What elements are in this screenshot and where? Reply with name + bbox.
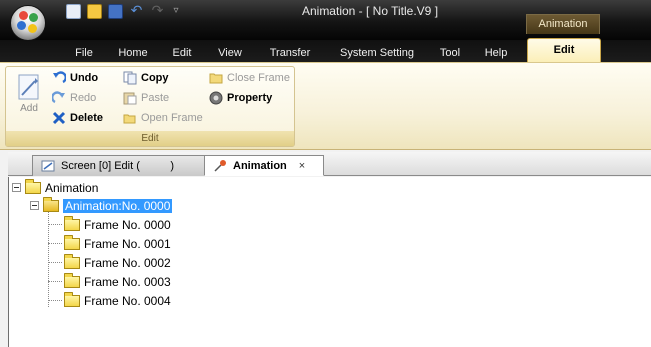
window-title: Animation - [ No Title.V9 ]: [301, 4, 439, 18]
collapse-icon[interactable]: [12, 183, 21, 192]
tree-connector: [48, 243, 62, 244]
open-frame-label: Open Frame: [141, 112, 203, 124]
add-label: Add: [20, 103, 38, 114]
tab-view[interactable]: View: [212, 44, 248, 62]
animation-tab-icon: [213, 159, 227, 173]
frame-label: Frame No. 0004: [84, 293, 171, 308]
app-logo-icon-part: [29, 13, 38, 22]
redo-button[interactable]: Redo: [51, 89, 97, 107]
close-tab-icon[interactable]: ×: [299, 160, 305, 172]
tree-connector: [48, 224, 62, 225]
tree-connector: [48, 300, 62, 301]
tab-file[interactable]: File: [68, 44, 100, 62]
ribbon-group-label: Edit: [6, 131, 294, 146]
tree-selected-label: Animation:No. 0000: [63, 198, 173, 213]
undo-label: Undo: [70, 72, 99, 84]
folder-icon: [25, 178, 41, 194]
customize-icon[interactable]: ▿: [171, 4, 181, 19]
tab-animation-edit[interactable]: Edit: [527, 38, 601, 62]
tree-frame-node[interactable]: Frame No. 0001: [64, 234, 171, 252]
delete-label: Delete: [70, 112, 104, 124]
redo-label: Redo: [70, 92, 97, 104]
app-menu-button[interactable]: [10, 5, 46, 41]
tree-frame-node[interactable]: Frame No. 0003: [64, 272, 171, 290]
frame-label: Frame No. 0000: [84, 217, 171, 232]
copy-icon: [123, 71, 137, 85]
paste-icon: [123, 91, 137, 105]
frame-label: Frame No. 0003: [84, 274, 171, 289]
title-bar: ↶ ↷ ▿ Animation - [ No Title.V9 ] Animat…: [0, 0, 651, 41]
new-file-icon[interactable]: [66, 3, 81, 19]
delete-icon: [52, 111, 66, 125]
undo-icon[interactable]: ↶: [129, 4, 144, 19]
app-logo-icon-part: [17, 21, 26, 30]
folder-icon: [64, 272, 80, 288]
tree-connector: [48, 262, 62, 263]
close-frame-label: Close Frame: [227, 72, 290, 84]
folder-icon: [64, 234, 80, 250]
paste-button[interactable]: Paste: [123, 89, 169, 107]
app-logo-icon-part: [28, 24, 37, 33]
tab-home[interactable]: Home: [113, 44, 153, 62]
tree-animation-node[interactable]: Animation:No. 0000: [30, 196, 173, 214]
frame-label: Frame No. 0002: [84, 255, 171, 270]
quick-access-toolbar: ↶ ↷ ▿: [66, 2, 181, 20]
tab-tool[interactable]: Tool: [434, 44, 466, 62]
ribbon-group-edit: Add Undo Redo Delete Copy Paste Open Fra…: [5, 66, 295, 147]
folder-icon: [64, 215, 80, 231]
close-frame-button[interactable]: Close Frame: [209, 69, 290, 87]
screen-tab-label: Screen [0] Edit ( ): [61, 160, 175, 172]
tree-frame-node[interactable]: Frame No. 0004: [64, 291, 171, 309]
animation-tree: Animation Animation:No. 0000 Frame No. 0…: [8, 177, 651, 347]
folder-icon: [209, 71, 223, 85]
tab-system-setting[interactable]: System Setting: [334, 44, 420, 62]
copy-label: Copy: [141, 72, 169, 84]
copy-button[interactable]: Copy: [123, 69, 169, 87]
open-folder-icon: [123, 111, 137, 125]
tab-edit[interactable]: Edit: [166, 44, 198, 62]
ribbon-panel: Add Undo Redo Delete Copy Paste Open Fra…: [0, 62, 651, 150]
document-area: Screen [0] Edit ( ) Animation × Animatio…: [0, 150, 651, 347]
property-label: Property: [227, 92, 273, 104]
property-button[interactable]: Property: [209, 89, 272, 107]
folder-icon: [64, 253, 80, 269]
tree-frame-node[interactable]: Frame No. 0002: [64, 253, 171, 271]
paste-label: Paste: [141, 92, 170, 104]
tree-root-node[interactable]: Animation: [12, 178, 99, 196]
save-icon[interactable]: [108, 3, 123, 19]
add-icon: [16, 73, 42, 101]
tree-connector: [48, 281, 62, 282]
tab-animation[interactable]: Animation ×: [204, 155, 324, 176]
folder-icon: [64, 291, 80, 307]
tab-transfer[interactable]: Transfer: [263, 44, 317, 62]
app-logo-icon: [19, 11, 28, 20]
tab-screen-edit[interactable]: Screen [0] Edit ( ): [32, 155, 222, 176]
frame-label: Frame No. 0001: [84, 236, 171, 251]
tree-frame-node[interactable]: Frame No. 0000: [64, 215, 171, 233]
tree-root-label: Animation: [45, 180, 99, 195]
undo-icon: [52, 71, 67, 85]
tree-connector: [48, 199, 49, 307]
gear-icon: [209, 91, 223, 105]
open-folder-icon[interactable]: [87, 3, 102, 19]
tab-help[interactable]: Help: [480, 44, 512, 62]
add-button[interactable]: Add: [12, 71, 46, 129]
delete-button[interactable]: Delete: [52, 109, 103, 127]
open-frame-button[interactable]: Open Frame: [123, 109, 203, 127]
open-folder-icon: [43, 196, 59, 212]
redo-icon: [51, 91, 66, 105]
collapse-icon[interactable]: [30, 201, 39, 210]
context-tab-group-label: Animation: [526, 14, 600, 34]
redo-icon[interactable]: ↷: [150, 4, 165, 19]
document-tab-strip: Screen [0] Edit ( ) Animation ×: [8, 152, 651, 176]
animation-tab-label: Animation: [233, 159, 287, 172]
undo-button[interactable]: Undo: [52, 69, 98, 87]
screen-edit-icon: [41, 159, 55, 173]
